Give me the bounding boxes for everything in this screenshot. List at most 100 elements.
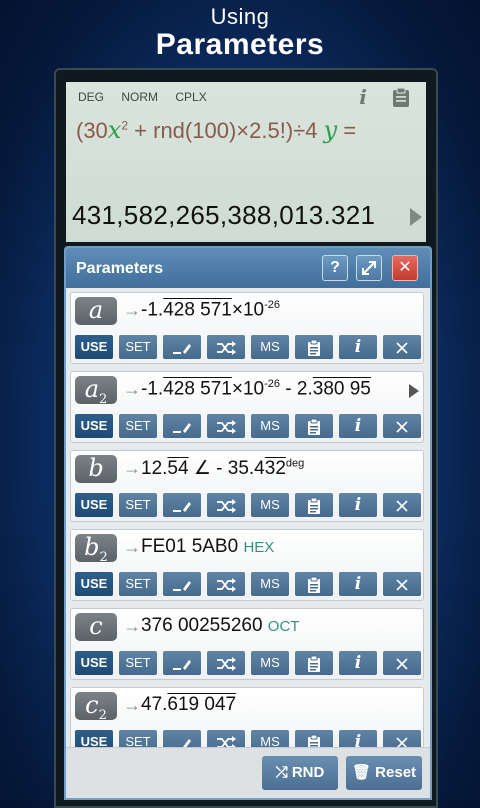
clear-button[interactable]: [383, 572, 421, 596]
clipboard-icon: [308, 655, 320, 672]
shuffle-icon: [217, 498, 236, 513]
clear-button[interactable]: [383, 335, 421, 359]
clipboard-icon[interactable]: [390, 86, 412, 108]
randomize-button[interactable]: [207, 651, 245, 675]
close-icon: [396, 341, 408, 354]
clipboard-icon: [308, 497, 320, 514]
set-button[interactable]: SET: [119, 572, 157, 596]
ms-button[interactable]: MS: [251, 493, 289, 517]
parameter-name[interactable]: c: [75, 613, 117, 641]
parameter-card: b → 12.54 ∠ - 35.432deg USE SET MS i: [70, 450, 424, 522]
scroll-right-icon[interactable]: [409, 384, 419, 398]
set-button[interactable]: SET: [119, 414, 157, 438]
parameter-name[interactable]: c2: [75, 692, 117, 723]
parameter-card: b2 → FE01 5AB0 HEX USE SET MS i: [70, 529, 424, 601]
info-icon: i: [354, 337, 362, 357]
mode-angle[interactable]: DEG: [78, 90, 104, 104]
close-icon: [396, 499, 408, 512]
info-button[interactable]: i: [339, 335, 377, 359]
pencil-icon: [173, 501, 191, 512]
edit-button[interactable]: [163, 493, 201, 517]
parameter-value[interactable]: FE01 5AB0 HEX: [141, 536, 274, 558]
ms-button[interactable]: MS: [251, 414, 289, 438]
reset-button[interactable]: 🗑 Reset: [346, 756, 422, 790]
parameter-name[interactable]: b: [75, 455, 117, 483]
edit-button[interactable]: [163, 335, 201, 359]
dialog-header: Parameters ? ✕: [66, 248, 430, 288]
info-icon: i: [354, 653, 362, 673]
paste-button[interactable]: [295, 414, 333, 438]
paste-button[interactable]: [295, 651, 333, 675]
randomize-button[interactable]: [207, 572, 245, 596]
headline-line1: Using: [210, 4, 270, 29]
info-icon: i: [354, 574, 362, 594]
close-icon: [396, 578, 408, 591]
info-button[interactable]: i: [339, 493, 377, 517]
set-button[interactable]: SET: [119, 493, 157, 517]
paste-button[interactable]: [295, 493, 333, 517]
randomize-button[interactable]: [207, 335, 245, 359]
info-icon[interactable]: i: [352, 86, 374, 108]
mode-format[interactable]: NORM: [121, 90, 158, 104]
pencil-icon: [173, 343, 191, 354]
randomize-button[interactable]: [207, 414, 245, 438]
ms-button[interactable]: MS: [251, 335, 289, 359]
rnd-button[interactable]: ⤮ RND: [262, 756, 338, 790]
parameter-name[interactable]: a2: [75, 376, 117, 407]
trash-icon: 🗑: [351, 764, 371, 781]
clipboard-icon: [308, 418, 320, 435]
edit-button[interactable]: [163, 414, 201, 438]
arrow-right-icon: →: [123, 300, 141, 320]
headline-line2: Parameters: [155, 28, 325, 61]
use-button[interactable]: USE: [75, 493, 113, 517]
use-button[interactable]: USE: [75, 414, 113, 438]
info-button[interactable]: i: [339, 572, 377, 596]
shuffle-icon: [217, 656, 236, 671]
ms-button[interactable]: MS: [251, 572, 289, 596]
clear-button[interactable]: [383, 493, 421, 517]
randomize-button[interactable]: [207, 493, 245, 517]
paste-button[interactable]: [295, 335, 333, 359]
parameter-value[interactable]: -1.428 571×10-26 - 2.380 95: [141, 378, 371, 400]
use-button[interactable]: USE: [75, 651, 113, 675]
close-button[interactable]: ✕: [392, 255, 418, 281]
clear-button[interactable]: [383, 414, 421, 438]
parameter-name[interactable]: b2: [75, 534, 117, 565]
parameter-list[interactable]: a → -1.428 571×10-26 USE SET MS i a2 → -1.428 571…: [70, 292, 426, 752]
arrow-right-icon: →: [123, 695, 141, 715]
result-value: 431,582,265,388,013.321: [72, 200, 376, 230]
close-icon: [396, 420, 408, 433]
edit-button[interactable]: [163, 572, 201, 596]
shuffle-icon: ⤮: [275, 764, 288, 781]
parameters-dialog: Parameters ? ✕ a → -1.428 571×10-26 USE SET M…: [64, 246, 432, 800]
parameter-card: c2 → 47.619 047 USE SET MS i: [70, 687, 424, 752]
arrow-right-icon: →: [123, 379, 141, 399]
parameter-value[interactable]: 376 00255260 OCT: [141, 615, 299, 637]
edit-button[interactable]: [163, 651, 201, 675]
mode-indicators: DEG NORM CPLX: [78, 90, 221, 104]
clear-button[interactable]: [383, 651, 421, 675]
parameter-name[interactable]: a: [75, 297, 117, 325]
expression-line[interactable]: (30x2 + rnd(100)×2.5!)÷4 y =: [76, 116, 356, 144]
use-button[interactable]: USE: [75, 335, 113, 359]
shuffle-icon: [217, 419, 236, 434]
set-button[interactable]: SET: [119, 651, 157, 675]
result-scroll-arrow-icon[interactable]: [410, 208, 422, 226]
parameter-value[interactable]: 47.619 047: [141, 694, 236, 716]
paste-button[interactable]: [295, 572, 333, 596]
info-button[interactable]: i: [339, 651, 377, 675]
set-button[interactable]: SET: [119, 335, 157, 359]
parameter-value[interactable]: -1.428 571×10-26: [141, 299, 280, 321]
parameter-value[interactable]: 12.54 ∠ - 35.432deg: [141, 457, 304, 480]
pencil-icon: [173, 422, 191, 433]
info-icon: i: [354, 416, 362, 436]
mode-complex[interactable]: CPLX: [175, 90, 206, 104]
arrow-right-icon: →: [123, 537, 141, 557]
use-button[interactable]: USE: [75, 572, 113, 596]
help-button[interactable]: ?: [322, 255, 348, 281]
expand-button[interactable]: [356, 255, 382, 281]
clipboard-icon: [308, 339, 320, 356]
ms-button[interactable]: MS: [251, 651, 289, 675]
info-button[interactable]: i: [339, 414, 377, 438]
pencil-icon: [173, 580, 191, 591]
